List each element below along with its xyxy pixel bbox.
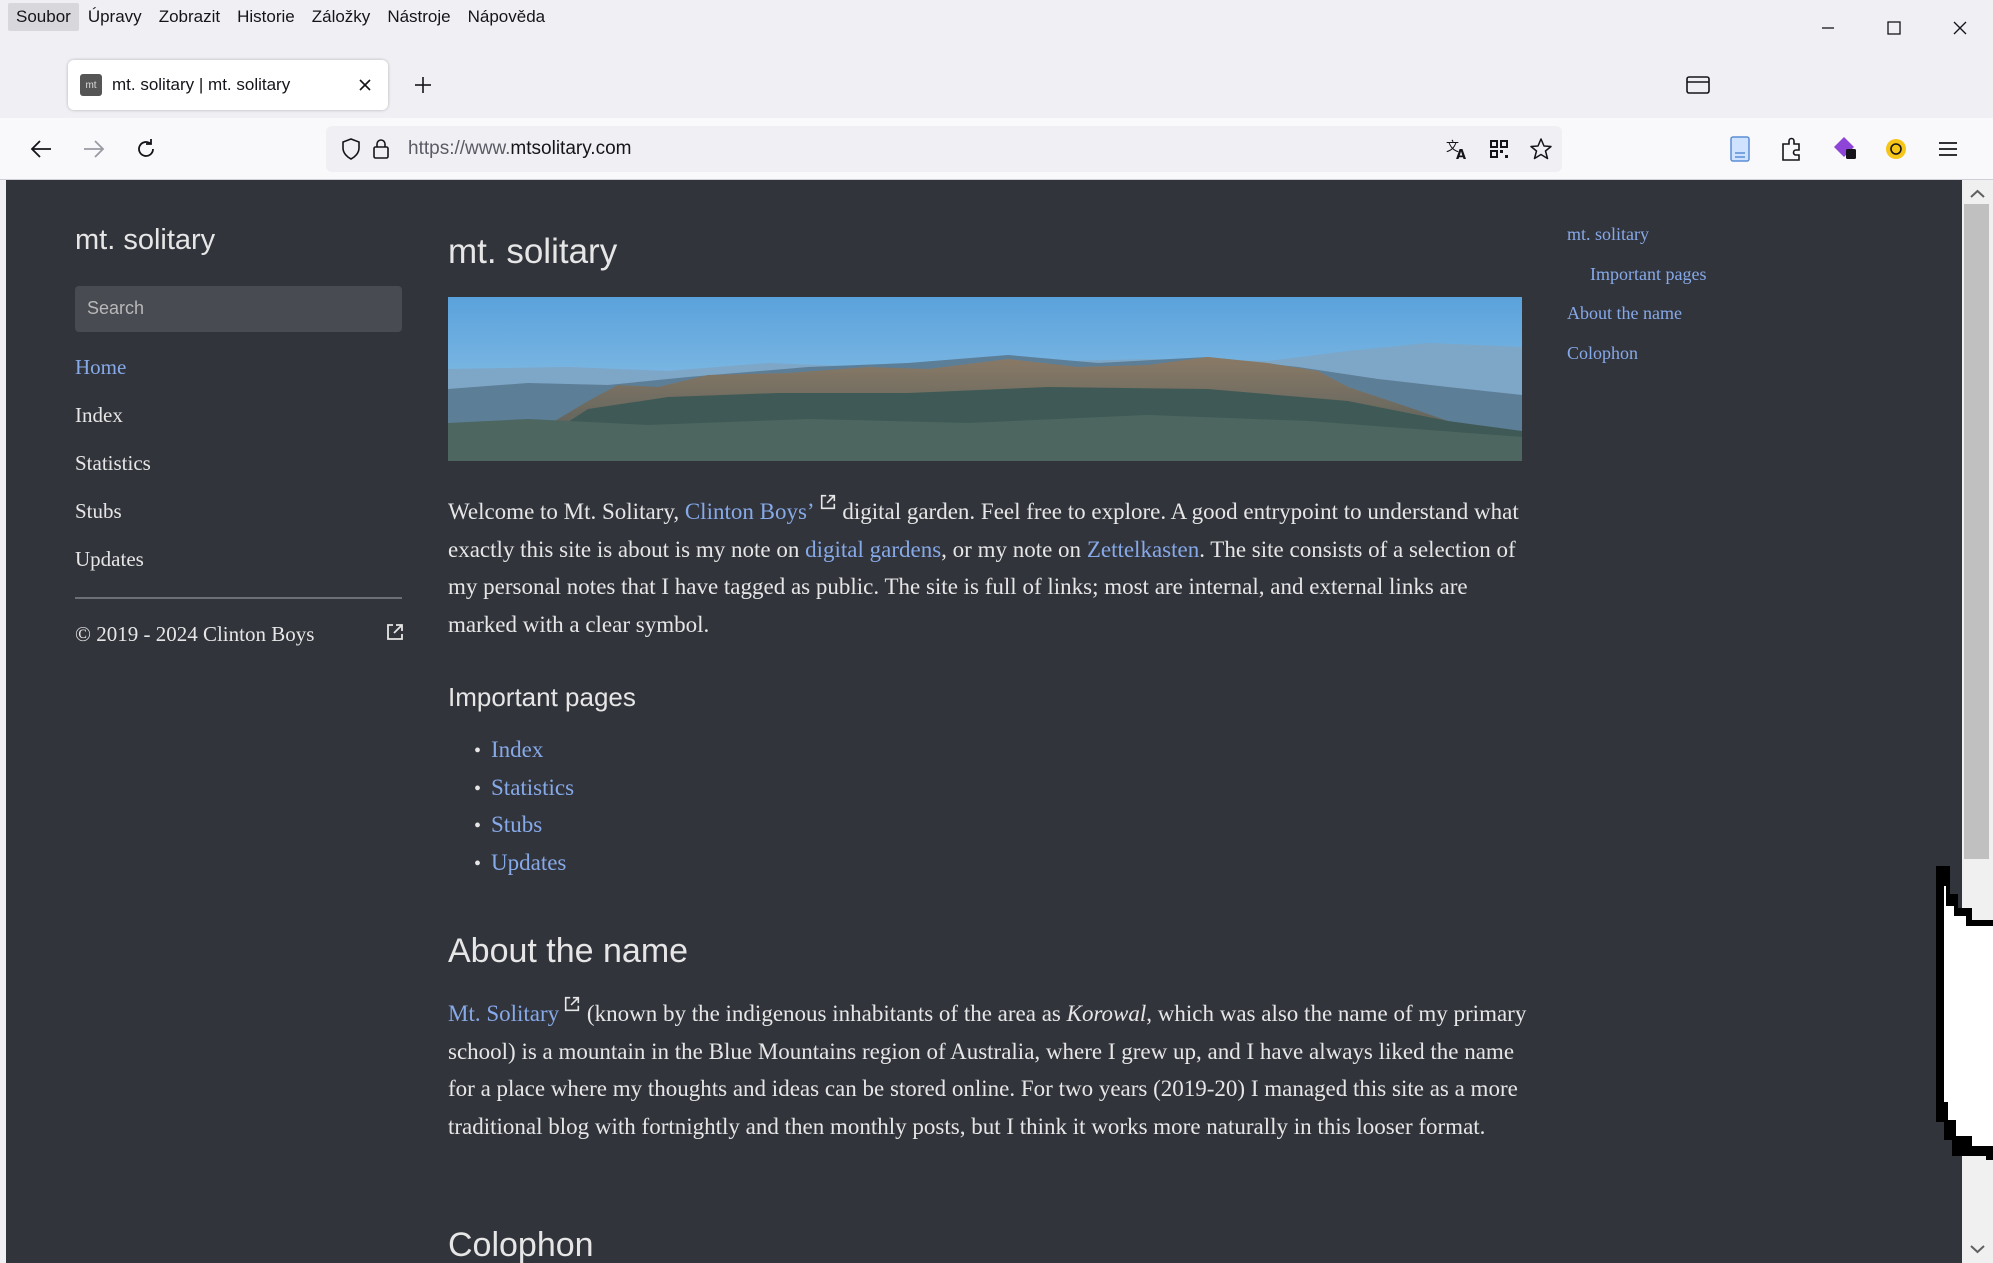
new-tab-button[interactable] bbox=[410, 72, 436, 98]
about-paragraph: Mt. Solitary (known by the indigenous in… bbox=[448, 995, 1528, 1145]
toolbar-right bbox=[1725, 134, 1963, 169]
minimize-button[interactable] bbox=[1795, 0, 1861, 56]
lock-icon[interactable] bbox=[366, 134, 396, 164]
shield-icon[interactable] bbox=[336, 134, 366, 164]
menu-bar: Soubor Úpravy Zobrazit Historie Záložky … bbox=[0, 0, 1993, 34]
menu-help[interactable]: Nápověda bbox=[460, 3, 554, 31]
qr-code-icon[interactable] bbox=[1484, 134, 1514, 164]
sidebar-item-index[interactable]: Index bbox=[75, 398, 151, 446]
mt-solitary-link[interactable]: Mt. Solitary bbox=[448, 1001, 559, 1026]
close-window-button[interactable] bbox=[1927, 0, 1993, 56]
url-actions: 文A bbox=[1442, 134, 1556, 164]
clinton-boys-link[interactable]: Clinton Boys’ bbox=[685, 499, 815, 524]
external-link-icon bbox=[565, 996, 580, 1012]
important-pages-list: Index Statistics Stubs Updates bbox=[474, 731, 574, 881]
toc-item-important-pages[interactable]: Important pages bbox=[1567, 260, 1706, 300]
mountain-banner-image bbox=[448, 297, 1522, 461]
toc-item-colophon[interactable]: Colophon bbox=[1567, 339, 1706, 379]
tab-title: mt. solitary | mt. solitary bbox=[112, 75, 291, 94]
copyright-text: © 2019 - 2024 Clinton Boys bbox=[75, 622, 315, 646]
menu-file[interactable]: Soubor bbox=[8, 3, 79, 31]
navigation-bar: https://www.mtsolitary.com 文A bbox=[0, 118, 1993, 180]
translate-icon[interactable]: 文A bbox=[1442, 134, 1472, 164]
menu-bookmarks[interactable]: Záložky bbox=[304, 3, 379, 31]
tab-close-button[interactable] bbox=[354, 74, 376, 96]
sidebar-item-stubs[interactable]: Stubs bbox=[75, 494, 151, 542]
search-input[interactable]: Search bbox=[75, 286, 402, 332]
menu-view[interactable]: Zobrazit bbox=[151, 3, 228, 31]
sidebar-item-home[interactable]: Home bbox=[75, 350, 151, 398]
scroll-up-arrow-icon[interactable] bbox=[1962, 184, 1993, 204]
site-title[interactable]: mt. solitary bbox=[75, 224, 215, 257]
menu-tools[interactable]: Nástroje bbox=[379, 3, 458, 31]
url-bar[interactable]: https://www.mtsolitary.com 文A bbox=[326, 126, 1562, 172]
important-pages-heading: Important pages bbox=[448, 682, 636, 712]
reader-view-icon[interactable] bbox=[1725, 134, 1755, 169]
sidebar-nav: Home Index Statistics Stubs Updates bbox=[75, 350, 151, 590]
maximize-button[interactable] bbox=[1861, 0, 1927, 56]
zettelkasten-link[interactable]: Zettelkasten bbox=[1087, 537, 1199, 562]
colophon-heading: Colophon bbox=[448, 1226, 594, 1263]
list-item-stubs[interactable]: Stubs bbox=[474, 806, 574, 844]
external-link-icon[interactable] bbox=[385, 622, 405, 642]
page-title: mt. solitary bbox=[448, 232, 618, 271]
digital-gardens-link[interactable]: digital gardens bbox=[805, 537, 941, 562]
maximize-icon bbox=[1887, 21, 1901, 35]
about-heading: About the name bbox=[448, 932, 689, 970]
user-extension-icon[interactable] bbox=[1881, 134, 1911, 169]
close-icon bbox=[1953, 21, 1967, 35]
forward-arrow-icon bbox=[84, 140, 105, 158]
scrollbar-thumb[interactable] bbox=[1964, 204, 1989, 859]
reload-icon bbox=[138, 139, 154, 157]
menu-edit[interactable]: Úpravy bbox=[80, 3, 150, 31]
back-arrow-icon bbox=[30, 140, 51, 158]
list-tabs-button[interactable] bbox=[1686, 75, 1710, 100]
list-item-updates[interactable]: Updates bbox=[474, 844, 574, 882]
svg-text:A: A bbox=[1456, 148, 1466, 160]
privacy-extension-icon[interactable] bbox=[1829, 134, 1859, 169]
tab-bar: mt mt. solitary | mt. solitary bbox=[0, 56, 1993, 118]
close-icon bbox=[359, 79, 371, 91]
toc-item-about-the-name[interactable]: About the name bbox=[1567, 299, 1706, 339]
url-text[interactable]: https://www.mtsolitary.com bbox=[408, 138, 631, 160]
minimize-icon bbox=[1822, 27, 1834, 29]
forward-button[interactable] bbox=[79, 134, 109, 164]
sidebar-divider bbox=[75, 597, 402, 599]
page-viewport: mt. solitary Search Home Index Statistic… bbox=[6, 180, 1962, 1263]
menu-history[interactable]: Historie bbox=[229, 3, 303, 31]
table-of-contents: mt. solitary Important pages About the n… bbox=[1567, 220, 1706, 378]
reload-button[interactable] bbox=[131, 134, 161, 164]
hamburger-menu-icon[interactable] bbox=[1933, 134, 1963, 169]
extensions-puzzle-icon[interactable] bbox=[1777, 134, 1807, 169]
favicon-icon: mt bbox=[80, 74, 102, 96]
intro-paragraph: Welcome to Mt. Solitary, Clinton Boys’ d… bbox=[448, 493, 1528, 643]
sidebar-item-updates[interactable]: Updates bbox=[75, 542, 151, 590]
back-button[interactable] bbox=[26, 134, 56, 164]
sidebar-item-statistics[interactable]: Statistics bbox=[75, 446, 151, 494]
hand-cursor-icon bbox=[1936, 866, 1993, 1160]
toc-item-mt-solitary[interactable]: mt. solitary bbox=[1567, 220, 1706, 260]
list-item-statistics[interactable]: Statistics bbox=[474, 769, 574, 807]
external-link-icon bbox=[820, 494, 835, 510]
tab-mt-solitary[interactable]: mt mt. solitary | mt. solitary bbox=[68, 60, 388, 110]
bookmark-star-icon[interactable] bbox=[1526, 134, 1556, 164]
plus-icon bbox=[415, 77, 431, 93]
scroll-down-arrow-icon[interactable] bbox=[1962, 1239, 1993, 1259]
list-item-index[interactable]: Index bbox=[474, 731, 574, 769]
tab-list-icon bbox=[1686, 76, 1710, 94]
window-controls bbox=[1795, 0, 1993, 56]
